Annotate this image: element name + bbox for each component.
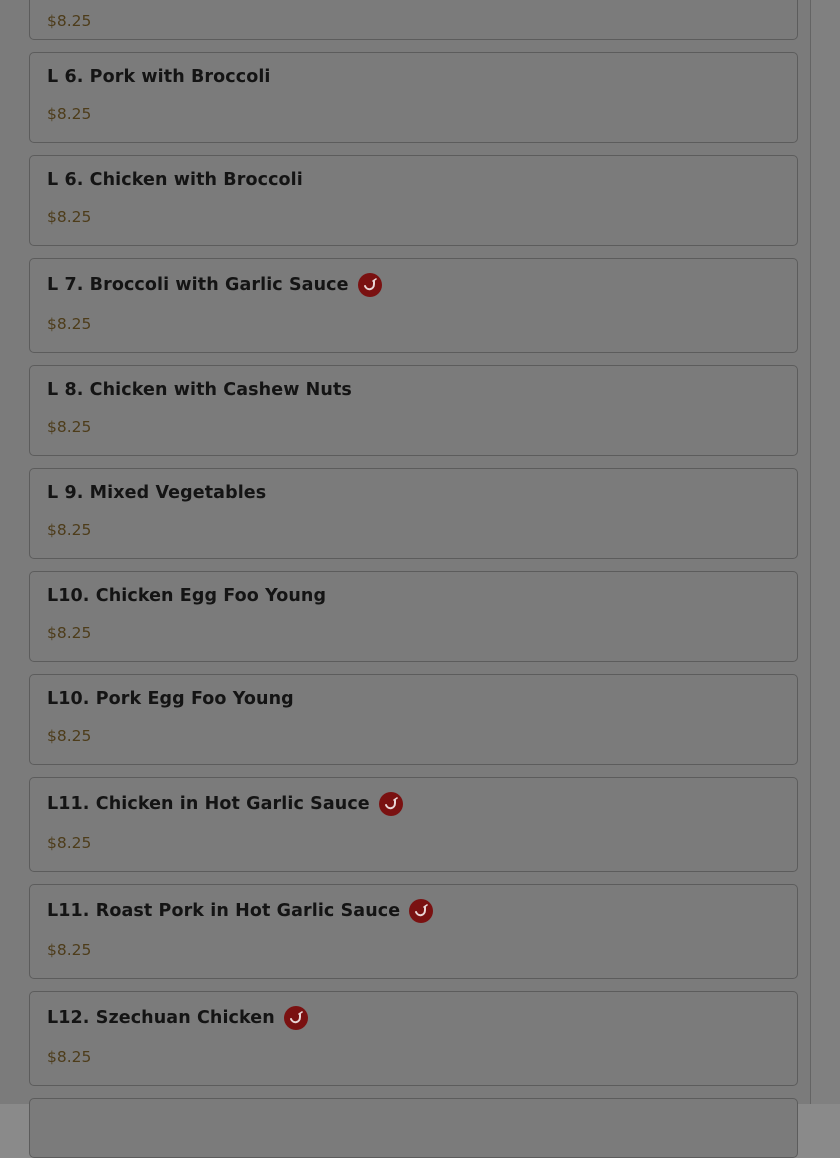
menu-list: $8.25 L 6. Pork with Broccoli $8.25 L 6.…: [0, 0, 811, 1158]
item-name: L11. Chicken in Hot Garlic Sauce: [47, 794, 370, 814]
item-name: L 6. Pork with Broccoli: [47, 67, 271, 87]
menu-item-card[interactable]: L10. Pork Egg Foo Young $8.25: [29, 674, 798, 765]
item-price: $8.25: [47, 12, 92, 30]
menu-item-card[interactable]: L12. Szechuan Chicken $8.25: [29, 991, 798, 1086]
item-name: L 8. Chicken with Cashew Nuts: [47, 380, 352, 400]
chili-pepper-icon: [378, 792, 403, 816]
item-price: $8.25: [47, 727, 92, 745]
item-name: L10. Pork Egg Foo Young: [47, 689, 294, 709]
menu-item-card[interactable]: L 7. Broccoli with Garlic Sauce $8.25: [29, 258, 798, 353]
menu-item-card[interactable]: L11. Roast Pork in Hot Garlic Sauce $8.2…: [29, 884, 798, 979]
menu-item-card[interactable]: L 6. Pork with Broccoli $8.25: [29, 52, 798, 143]
item-price: $8.25: [47, 1048, 92, 1066]
item-price: $8.25: [47, 315, 92, 333]
item-price: $8.25: [47, 418, 92, 436]
item-price: $8.25: [47, 834, 92, 852]
menu-item-card[interactable]: L 9. Mixed Vegetables $8.25: [29, 468, 798, 559]
chili-pepper-icon: [357, 273, 382, 297]
menu-item-card[interactable]: $8.25: [29, 0, 798, 40]
menu-item-card[interactable]: L 8. Chicken with Cashew Nuts $8.25: [29, 365, 798, 456]
item-name: L10. Chicken Egg Foo Young: [47, 586, 327, 606]
menu-item-card[interactable]: L11. Chicken in Hot Garlic Sauce $8.25: [29, 777, 798, 872]
item-price: $8.25: [47, 941, 92, 959]
item-name: L12. Szechuan Chicken: [47, 1008, 275, 1028]
menu-item-card[interactable]: L 6. Chicken with Broccoli $8.25: [29, 155, 798, 246]
item-price: $8.25: [47, 521, 92, 539]
item-name: L 6. Chicken with Broccoli: [47, 170, 303, 190]
item-price: $8.25: [47, 105, 92, 123]
item-name: L 7. Broccoli with Garlic Sauce: [47, 275, 349, 295]
menu-item-card[interactable]: L10. Chicken Egg Foo Young $8.25: [29, 571, 798, 662]
item-name: L 9. Mixed Vegetables: [47, 483, 267, 503]
item-name: L11. Roast Pork in Hot Garlic Sauce: [47, 901, 401, 921]
menu-item-card[interactable]: [29, 1098, 798, 1158]
item-price: $8.25: [47, 208, 92, 226]
item-price: $8.25: [47, 624, 92, 642]
chili-pepper-icon: [283, 1006, 308, 1030]
scrollbar[interactable]: [811, 0, 840, 1104]
chili-pepper-icon: [409, 899, 434, 923]
